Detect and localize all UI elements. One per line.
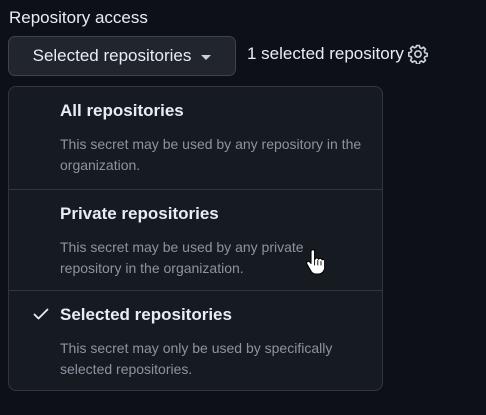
menu-item-all-repositories[interactable]: All repositories This secret may be used…	[9, 87, 382, 189]
menu-item-title: All repositories	[60, 101, 184, 120]
menu-item-title: Private repositories	[60, 204, 219, 223]
selected-repository-status: 1 selected repository	[247, 44, 428, 64]
repository-access-select-button[interactable]: Selected repositories	[8, 36, 236, 76]
check-icon	[33, 308, 49, 320]
hand-pointer-cursor-icon	[306, 249, 324, 275]
selected-count-text: 1 selected repository	[247, 44, 404, 63]
menu-item-private-repositories[interactable]: Private repositories This secret may be …	[9, 189, 382, 291]
gear-icon[interactable]	[407, 44, 428, 64]
select-button-label: Selected repositories	[32, 46, 192, 65]
menu-item-title: Selected repositories	[60, 305, 232, 324]
repository-access-label: Repository access	[9, 8, 148, 27]
menu-item-description: This secret may only be used by specific…	[60, 340, 333, 377]
menu-item-description: This secret may be used by any repositor…	[60, 136, 362, 173]
menu-item-selected-repositories[interactable]: Selected repositories This secret may on…	[9, 290, 382, 390]
caret-down-icon	[201, 54, 212, 60]
repository-access-dropdown-menu: All repositories This secret may be used…	[8, 86, 383, 391]
